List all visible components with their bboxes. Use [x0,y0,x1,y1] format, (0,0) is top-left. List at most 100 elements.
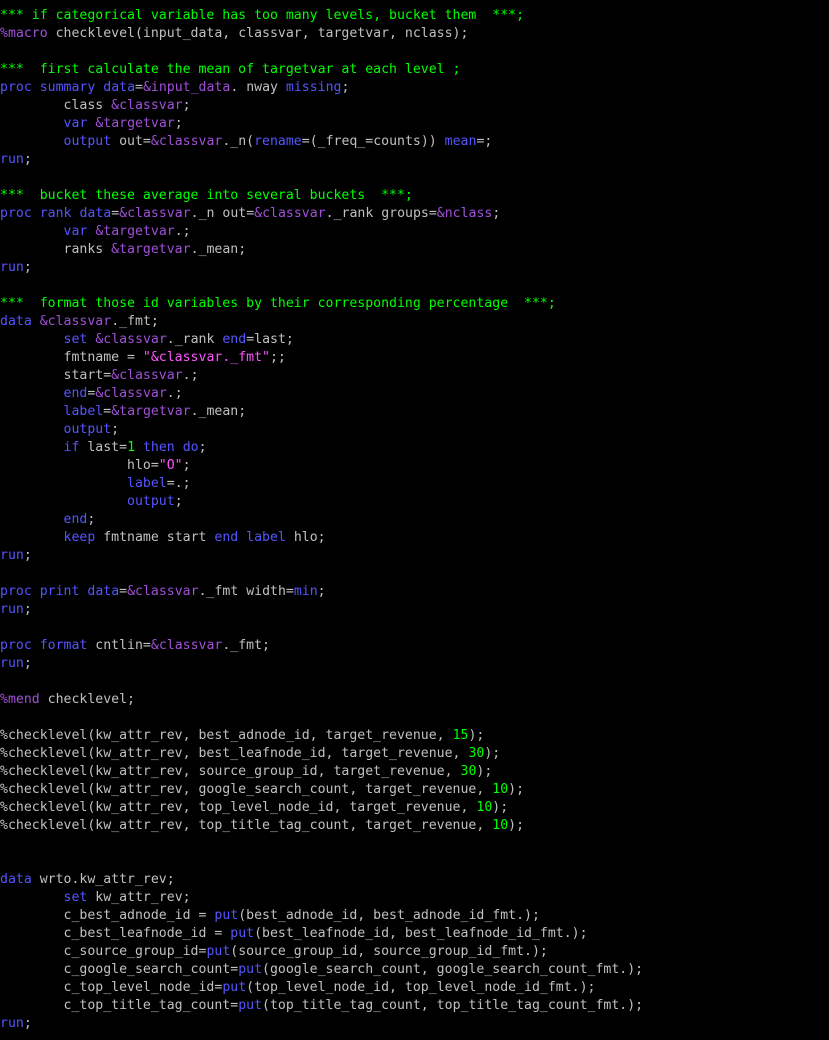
keyword-token: output [127,494,175,509]
code-line: output; [0,493,829,511]
code-line: run; [0,151,829,169]
code-text: start= [0,368,112,383]
code-line: var &targetvar; [0,115,829,133]
code-editor[interactable]: *** if categorical variable has too many… [0,0,829,1040]
code-text: ._fmt; [111,314,159,329]
macro-token: &classvar [111,98,183,113]
code-text: = [111,206,120,221]
macro-token: &classvar [111,368,183,383]
keyword-token: var [63,224,88,239]
code-line: data wrto.kw_attr_rev; [0,871,829,889]
keyword-token: data [103,80,136,95]
keyword-token: set [63,890,88,905]
code-text: ; [87,512,96,527]
code-line: keep fmtname start end label hlo; [0,529,829,547]
keyword-token: label [246,530,286,545]
macro-token: &classvar [150,134,223,149]
code-line: c_top_level_node_id=put(top_level_node_i… [0,979,829,997]
code-text: .; [182,368,199,383]
keyword-token: summary [39,80,96,95]
code-text: ._fmt; [222,638,270,653]
code-text: ._mean; [190,404,247,419]
code-text: ); [468,728,485,743]
keyword-token: data [0,872,32,887]
code-text: c_best_leafnode_id = [0,926,231,941]
keyword-token: put [214,908,239,923]
code-text: ; [23,152,32,167]
macro-token: %mend [0,692,40,707]
comment-text: *** if categorical variable has too many… [0,8,525,23]
code-line: label=.; [0,475,829,493]
number-literal: 15 [452,728,469,743]
keyword-token: run [0,152,24,167]
string-literal: "O" [158,458,183,473]
code-line: proc format cntlin=&classvar._fmt; [0,637,829,655]
code-line: ranks &targetvar._mean; [0,241,829,259]
code-text: ;; [269,350,286,365]
code-line: run; [0,655,829,673]
code-text: = [135,80,143,95]
macro-token: &classvar [39,314,112,329]
code-text: c_google_search_count= [0,962,239,977]
keyword-token: data [0,314,32,329]
keyword-token: proc [0,638,32,653]
comment-text: *** format those id variables by their c… [0,296,556,311]
code-line: set kw_attr_rev; [0,889,829,907]
code-text: ; [23,1016,32,1031]
keyword-token: run [0,656,24,671]
keyword-token: var [63,116,88,131]
macro-token: &input_data [142,80,231,95]
keyword-token: run [0,260,24,275]
code-text: ; [198,440,207,455]
code-line: %checklevel(kw_attr_rev, best_leafnode_i… [0,745,829,763]
code-text: = [119,584,128,599]
code-text: %checklevel(kw_attr_rev, top_level_node_… [0,800,477,815]
code-text: (source_group_id, source_group_id_fmt.); [230,944,548,959]
code-line: hlo="O"; [0,457,829,475]
code-text: .; [174,224,191,239]
keyword-token: if [63,440,80,455]
code-text: ; [492,206,501,221]
keyword-token: end [63,512,88,527]
code-text: checklevel; [39,692,135,707]
code-line: *** first calculate the mean of targetva… [0,61,829,79]
keyword-token: proc [0,206,32,221]
keyword-token: put [230,926,255,941]
macro-token: &targetvar [111,404,191,419]
number-literal: 10 [492,782,509,797]
code-text: fmtname = [0,350,143,365]
keyword-token: put [222,980,247,995]
macro-token: &classvar [150,638,223,653]
code-text: (best_leafnode_id, best_leafnode_id_fmt.… [254,926,588,941]
code-text: ; [23,602,32,617]
keyword-token: proc [0,80,32,95]
code-text: %checklevel(kw_attr_rev, best_adnode_id,… [0,728,453,743]
macro-token: &classvar [95,332,167,347]
code-line: label=&targetvar._mean; [0,403,829,421]
macro-token: &targetvar [95,116,175,131]
keyword-token: end [222,332,247,347]
code-line: output; [0,421,829,439]
keyword-token: end [214,530,239,545]
code-text: ; [23,656,32,671]
code-text: checklevel(input_data, classvar, targetv… [47,26,469,41]
code-line: %checklevel(kw_attr_rev, best_adnode_id,… [0,727,829,745]
keyword-token: put [238,998,263,1013]
keyword-token: then [142,440,175,455]
keyword-token: label [63,404,104,419]
code-line: proc rank data=&classvar._n out=&classva… [0,205,829,223]
code-text: ; [174,116,183,131]
number-literal: 10 [492,818,509,833]
